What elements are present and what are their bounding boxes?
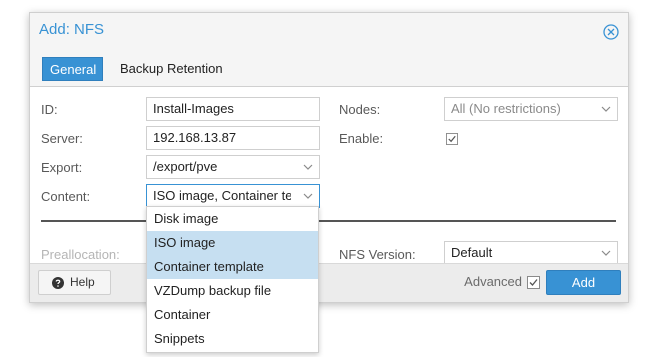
- nodes-combobox[interactable]: All (No restrictions): [444, 97, 618, 121]
- server-value: 192.168.13.87: [153, 130, 237, 145]
- export-combobox[interactable]: /export/pve: [146, 155, 320, 179]
- dialog-footer: Help Advanced Add: [30, 263, 628, 302]
- option-container[interactable]: Container: [147, 303, 318, 327]
- enable-checkbox[interactable]: [446, 133, 458, 145]
- tab-backup-retention[interactable]: Backup Retention: [113, 57, 230, 81]
- option-snippets[interactable]: Snippets: [147, 327, 318, 351]
- advanced-checkbox[interactable]: [527, 276, 540, 289]
- chevron-down-icon[interactable]: [303, 192, 313, 200]
- advanced-label: Advanced: [464, 274, 522, 289]
- chevron-down-icon[interactable]: [601, 249, 611, 257]
- dialog-title: Add: NFS: [39, 21, 105, 38]
- nodes-label: Nodes:: [339, 102, 381, 117]
- content-label: Content:: [41, 189, 91, 204]
- content-dropdown-list: Disk image ISO image Container template …: [146, 206, 319, 353]
- chevron-down-icon[interactable]: [303, 163, 313, 171]
- option-disk-image[interactable]: Disk image: [147, 207, 318, 231]
- content-value: ISO image, Container template: [153, 188, 291, 203]
- option-iso-image[interactable]: ISO image: [147, 231, 318, 255]
- general-panel: ID: Install-Images Server: 192.168.13.87…: [30, 86, 628, 267]
- export-value: /export/pve: [153, 159, 218, 174]
- preallocation-label: Preallocation:: [41, 247, 120, 262]
- dialog-titlebar: Add: NFS: [30, 13, 628, 49]
- option-container-template[interactable]: Container template: [147, 255, 318, 279]
- nfs-version-label: NFS Version:: [339, 247, 416, 262]
- enable-label: Enable:: [339, 131, 384, 146]
- nfs-version-value: Default: [451, 245, 493, 260]
- add-nfs-dialog: Add: NFS General Backup Retention ID: In…: [29, 12, 629, 303]
- server-input[interactable]: 192.168.13.87: [146, 126, 320, 150]
- nodes-value: All (No restrictions): [451, 101, 561, 116]
- id-value: Install-Images: [153, 101, 234, 116]
- close-icon[interactable]: [603, 24, 619, 40]
- option-vzdump-backup-file[interactable]: VZDump backup file: [147, 279, 318, 303]
- nfs-version-combobox[interactable]: Default: [444, 241, 618, 265]
- server-label: Server:: [41, 131, 83, 146]
- help-label: Help: [70, 275, 95, 289]
- tab-general[interactable]: General: [42, 57, 103, 81]
- section-divider: [41, 220, 616, 222]
- help-icon: [52, 277, 64, 289]
- chevron-down-icon[interactable]: [601, 105, 611, 113]
- add-button[interactable]: Add: [546, 270, 621, 295]
- export-label: Export:: [41, 160, 83, 175]
- id-label: ID:: [41, 102, 58, 117]
- id-input[interactable]: Install-Images: [146, 97, 320, 121]
- help-button[interactable]: Help: [38, 270, 111, 295]
- content-combobox[interactable]: ISO image, Container template: [146, 184, 320, 208]
